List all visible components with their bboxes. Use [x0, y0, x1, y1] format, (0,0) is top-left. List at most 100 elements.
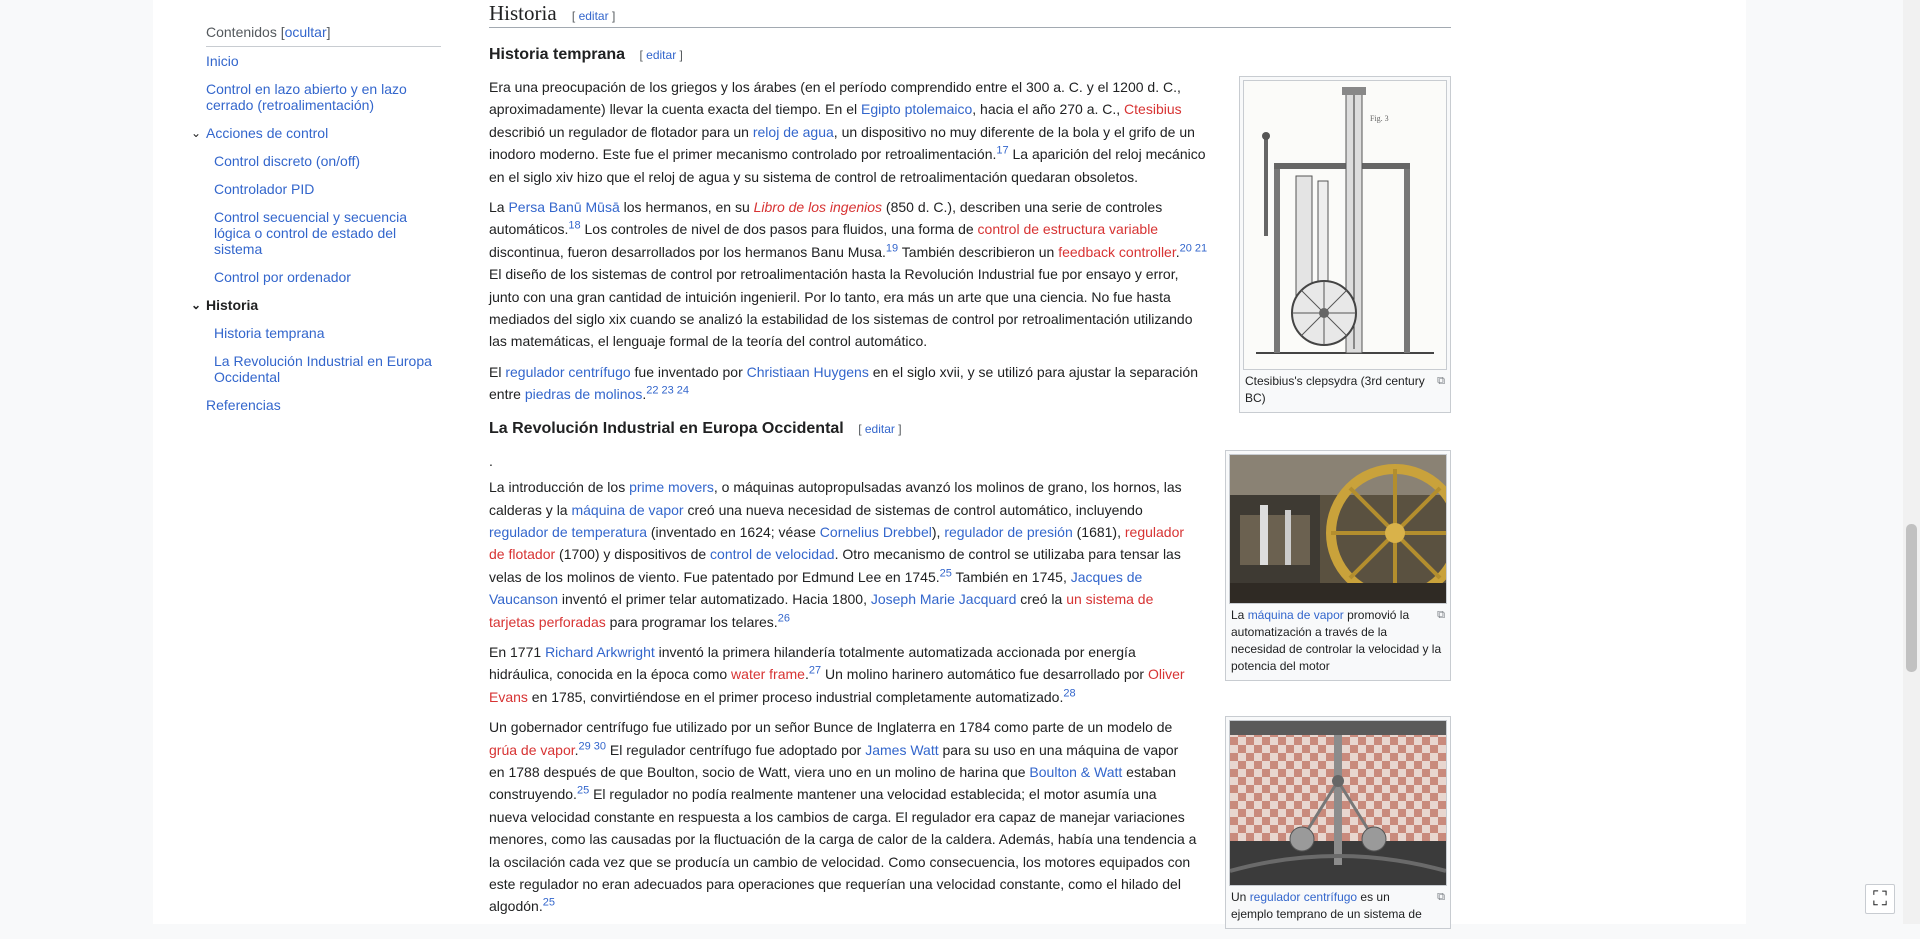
- edit-link[interactable]: editar: [646, 48, 676, 62]
- enlarge-icon[interactable]: ⧉: [1437, 373, 1445, 390]
- toc-item-label[interactable]: Historia temprana: [214, 325, 325, 341]
- governor-image[interactable]: [1229, 720, 1447, 887]
- toc-item-label[interactable]: La Revolución Industrial en Europa Occid…: [214, 353, 432, 385]
- citation[interactable]: 17: [996, 145, 1008, 157]
- link-regulador-centrifugo[interactable]: regulador centrífugo: [505, 364, 630, 380]
- toc-item-secuencial[interactable]: Control secuencial y secuencia lógica o …: [206, 209, 441, 257]
- citation[interactable]: 29 30: [579, 740, 607, 752]
- text: El regulador no podía realmente mantener…: [489, 786, 1197, 915]
- citation[interactable]: 26: [778, 612, 790, 624]
- link-control-estructura[interactable]: control de estructura variable: [978, 221, 1159, 237]
- text: creó la: [1016, 591, 1067, 608]
- link-water-frame[interactable]: water frame: [731, 666, 805, 682]
- link-banu-musa[interactable]: Persa Banū Mūsā: [508, 199, 619, 215]
- figure-caption: ⧉ Ctesibius's clepsydra (3rd century BC): [1243, 370, 1447, 409]
- steam-engine-image[interactable]: [1229, 453, 1447, 604]
- fullscreen-icon[interactable]: ⛶: [1865, 884, 1895, 914]
- link-feedback-controller[interactable]: feedback controller: [1058, 244, 1176, 260]
- citation[interactable]: 28: [1063, 687, 1075, 699]
- link-huygens[interactable]: Christiaan Huygens: [747, 364, 869, 380]
- toc-item-discreto[interactable]: Control discreto (on/off): [206, 153, 441, 169]
- link-drebbel[interactable]: Cornelius Drebbel: [820, 524, 932, 540]
- chevron-down-icon[interactable]: ⌄: [191, 125, 201, 141]
- clepsydra-image[interactable]: Fig. 3: [1243, 80, 1447, 370]
- figure-clepsydra: Fig. 3 ⧉ Ctesibius's clepsydra (3rd cent…: [1239, 76, 1451, 413]
- toc-item-historia[interactable]: ⌄ Historia: [191, 297, 441, 313]
- scrollbar-thumb[interactable]: [1906, 524, 1917, 672]
- article-content: Historia [ editar ] Historia temprana [ …: [489, 0, 1451, 939]
- text: fue inventado por: [630, 363, 747, 380]
- link-ctesibius[interactable]: Ctesibius: [1124, 101, 1182, 117]
- citation[interactable]: 19: [886, 242, 898, 254]
- link-regulador-temperatura[interactable]: regulador de temperatura: [489, 524, 647, 540]
- edit-link[interactable]: editar: [865, 422, 895, 436]
- edit-section: [ editar ]: [858, 421, 902, 436]
- text: El diseño de los sistemas de control por…: [489, 266, 1193, 350]
- toc-item-historia-temprana[interactable]: Historia temprana: [206, 325, 441, 341]
- citation[interactable]: 25: [543, 897, 555, 909]
- link-grua-vapor[interactable]: grúa de vapor: [489, 742, 575, 758]
- toc-item-label[interactable]: Historia: [206, 297, 258, 313]
- text: También en 1745,: [951, 568, 1071, 585]
- link-regulador-presion[interactable]: regulador de presión: [944, 524, 1072, 540]
- toc-item-label[interactable]: Referencias: [206, 397, 281, 413]
- link-maquina-vapor[interactable]: máquina de vapor: [571, 502, 683, 518]
- section-title: Historia: [489, 1, 557, 25]
- text: (1700) y dispositivos de: [555, 546, 711, 563]
- edit-link[interactable]: editar: [579, 9, 609, 23]
- toc-item-lazo[interactable]: Control en lazo abierto y en lazo cerrad…: [206, 81, 441, 113]
- section-heading-historia: Historia [ editar ]: [489, 0, 1451, 28]
- text: La introducción de los: [489, 479, 630, 496]
- citation[interactable]: 25: [577, 785, 589, 797]
- toc-item-referencias[interactable]: Referencias: [206, 397, 441, 413]
- toc-item-acciones[interactable]: ⌄ Acciones de control: [191, 125, 441, 141]
- subsection-title: La Revolución Industrial en Europa Occid…: [489, 419, 844, 437]
- steam-engine-photo: [1230, 454, 1446, 603]
- citation[interactable]: 18: [568, 220, 580, 232]
- enlarge-icon[interactable]: ⧉: [1437, 607, 1445, 624]
- citation[interactable]: 20 21: [1180, 242, 1208, 254]
- chevron-down-icon[interactable]: ⌄: [191, 297, 201, 313]
- toc-item-label[interactable]: Control por ordenador: [214, 269, 351, 285]
- toc-item-label[interactable]: Acciones de control: [206, 125, 328, 141]
- link-jacquard[interactable]: Joseph Marie Jacquard: [871, 591, 1017, 607]
- toc-item-pid[interactable]: Controlador PID: [206, 181, 441, 197]
- caption-text: Un: [1231, 890, 1250, 905]
- vertical-scrollbar[interactable]: [1903, 0, 1920, 924]
- text: Un gobernador centrífugo fue utilizado p…: [489, 719, 1173, 736]
- figure-caption: ⧉ La máquina de vapor promovió la automa…: [1229, 604, 1447, 677]
- clepsydra-drawing: Fig. 3: [1244, 81, 1446, 369]
- figure-steam-engine: ⧉ La máquina de vapor promovió la automa…: [1225, 449, 1451, 681]
- link-piedras-molinos[interactable]: piedras de molinos: [525, 386, 643, 402]
- link-reloj-agua[interactable]: reloj de agua: [753, 124, 834, 140]
- link-control-velocidad[interactable]: control de velocidad: [710, 546, 835, 562]
- text: La: [489, 199, 509, 216]
- toc-item-label[interactable]: Control discreto (on/off): [214, 153, 360, 169]
- link-regulador-centrifugo[interactable]: regulador centrífugo: [1250, 890, 1357, 904]
- link-egipto[interactable]: Egipto ptolemaico: [861, 101, 972, 117]
- toc-item-label[interactable]: Controlador PID: [214, 181, 314, 197]
- toc-hide-link[interactable]: ocultar: [285, 24, 327, 40]
- caption-text: La: [1231, 607, 1248, 622]
- enlarge-icon[interactable]: ⧉: [1437, 889, 1445, 906]
- toc-item-label[interactable]: Inicio: [206, 53, 239, 69]
- citation[interactable]: 22 23 24: [646, 385, 689, 397]
- caption-text: Ctesibius's clepsydra (3rd century BC): [1245, 374, 1425, 405]
- link-boulton-watt[interactable]: Boulton & Watt: [1029, 764, 1122, 780]
- link-maquina-vapor[interactable]: máquina de vapor: [1248, 608, 1344, 622]
- link-arkwright[interactable]: Richard Arkwright: [545, 644, 655, 660]
- toc-item-ordenador[interactable]: Control por ordenador: [206, 269, 441, 285]
- link-libro-ingenios[interactable]: Libro de los ingenios: [754, 199, 882, 215]
- subsection-title: Historia temprana: [489, 46, 626, 63]
- citation[interactable]: 25: [940, 567, 952, 579]
- text: describió un regulador de flotador para …: [489, 123, 753, 140]
- link-james-watt[interactable]: James Watt: [865, 742, 938, 758]
- toc-item-inicio[interactable]: Inicio: [206, 53, 441, 69]
- citation[interactable]: 27: [809, 665, 821, 677]
- toc-item-label[interactable]: Control secuencial y secuencia lógica o …: [214, 209, 407, 257]
- toc-item-label[interactable]: Control en lazo abierto y en lazo cerrad…: [206, 81, 407, 113]
- link-prime-movers[interactable]: prime movers: [629, 479, 714, 495]
- toc-item-revolucion[interactable]: La Revolución Industrial en Europa Occid…: [206, 353, 441, 385]
- table-of-contents: Contenidos [ocultar] Inicio Control en l…: [191, 24, 441, 425]
- toc-header: Contenidos [ocultar]: [206, 24, 441, 47]
